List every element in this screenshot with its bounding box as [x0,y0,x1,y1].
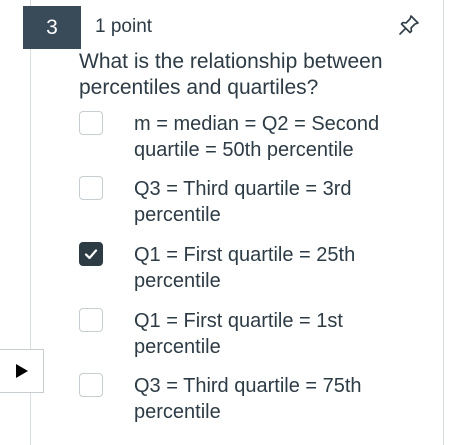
checkbox-unchecked[interactable] [79,373,103,397]
checkbox-unchecked[interactable] [79,176,103,200]
answer-option-label: Q1 = First quartile = 1st percentile [134,310,343,358]
answer-option-label: m = median = Q2 = Second quartile = 50th… [134,113,380,161]
checkbox-unchecked[interactable] [79,308,103,332]
answer-option-label: Q3 = Third quartile = 75th percentile [134,375,362,423]
question-points: 1 point [95,16,153,37]
answer-option-2[interactable]: Q3 = Third quartile = 3rd percentile [79,176,419,232]
answer-option-4[interactable]: Q1 = First quartile = 1st percentile [79,308,419,364]
pushpin-icon[interactable] [398,14,420,36]
play-triangle-icon [16,364,28,378]
answer-option-1[interactable]: m = median = Q2 = Second quartile = 50th… [79,111,419,167]
expand-panel-button[interactable] [0,349,44,393]
checkbox-checked[interactable] [79,242,103,266]
question-text: What is the relationship between percent… [79,50,383,99]
answer-option-label: Q1 = First quartile = 25th percentile [134,244,356,292]
checkbox-unchecked[interactable] [79,111,103,135]
checkmark-icon [84,249,98,260]
question-number-badge: 3 [23,6,81,49]
answer-option-5[interactable]: Q3 = Third quartile = 75th percentile [79,373,419,429]
answer-option-label: Q3 = Third quartile = 3rd percentile [134,178,352,226]
answer-option-3[interactable]: Q1 = First quartile = 25th percentile [79,242,419,298]
